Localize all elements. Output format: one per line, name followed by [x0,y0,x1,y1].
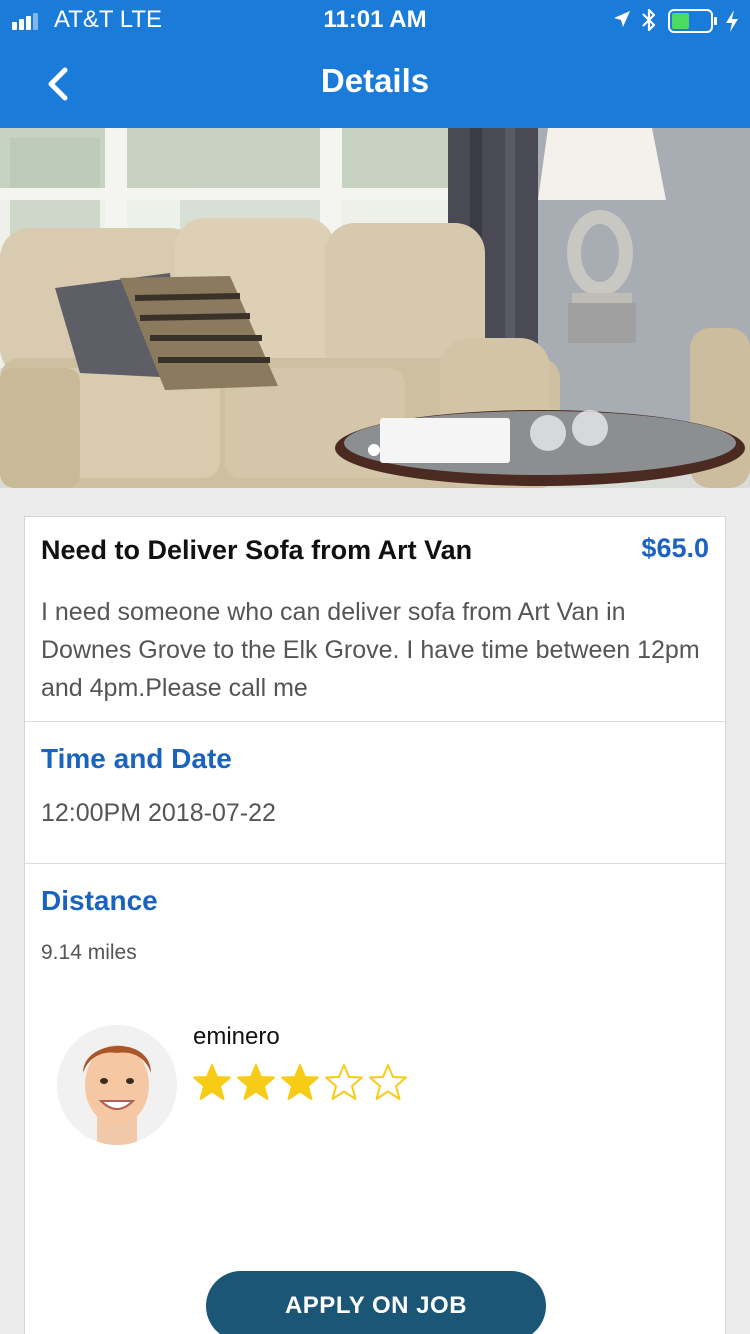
page-title: Details [320,62,430,99]
battery-icon [668,9,717,33]
star-filled-icon [281,1064,319,1100]
status-bar: AT&T LTE 11:01 AM [0,0,750,40]
job-title: Need to Deliver Sofa from Art Van [41,535,473,565]
sofa-photo [0,128,750,488]
hero-image[interactable] [0,128,750,488]
star-empty-icon [325,1064,363,1100]
avatar[interactable] [57,1025,177,1145]
poster-username: eminero [193,1023,280,1050]
time-section-value: 12:00PM 2018-07-22 [41,799,276,827]
star-rating [193,1063,407,1101]
location-arrow-icon [614,11,630,27]
charging-bolt-icon [726,10,738,32]
distance-section-title: Distance [41,885,158,916]
bluetooth-icon [642,8,656,32]
divider [25,863,727,864]
job-price: $65.0 [641,533,709,563]
carousel-dot [368,444,380,456]
star-filled-icon [237,1064,275,1100]
status-time: 11:01 AM [323,6,427,33]
divider [25,721,727,722]
star-empty-icon [369,1064,407,1100]
user-avatar-icon [57,1025,177,1145]
top-bar: AT&T LTE 11:01 AM Details [0,0,750,128]
time-section-title: Time and Date [41,743,232,774]
star-filled-icon [193,1064,231,1100]
job-details-card: Need to Deliver Sofa from Art Van $65.0 … [24,516,727,1334]
distance-section-value: 9.14 miles [41,941,137,964]
apply-on-job-button[interactable]: APPLY ON JOB [206,1271,546,1334]
job-description: I need someone who can deliver sofa from… [41,598,700,702]
